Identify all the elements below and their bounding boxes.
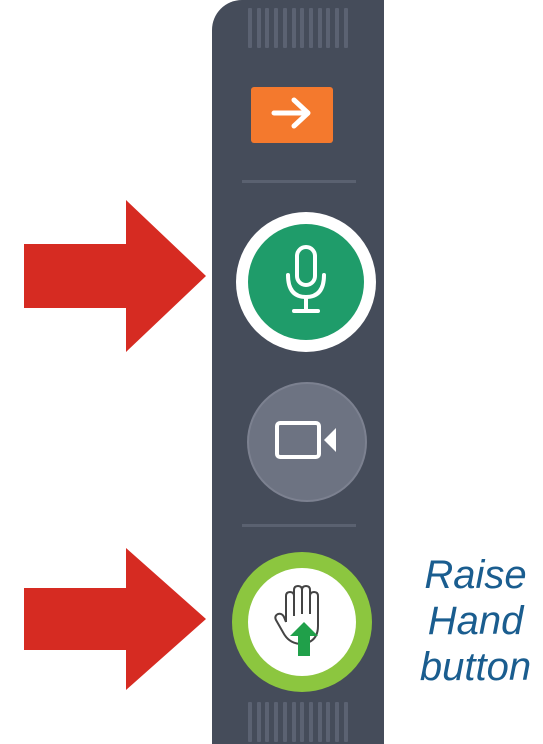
callout-arrow-raise-hand [24,548,206,690]
meeting-toolbar-panel [212,0,384,744]
raise-hand-button-fill [248,568,356,676]
callout-arrow-microphone [24,200,206,352]
raise-hand-button[interactable] [232,552,372,692]
raise-hand-icon [270,582,334,663]
caption-line: Hand [427,599,524,643]
collapse-panel-button[interactable] [251,87,333,143]
toolbar-divider [242,524,356,527]
camera-button[interactable] [247,382,367,502]
caption-line: button [419,645,532,689]
drag-grip-top[interactable] [248,8,348,48]
microphone-button-fill [248,224,364,340]
raise-hand-caption: Raise Hand button [408,552,543,690]
caption-line: Raise [424,553,527,597]
video-camera-icon [274,420,340,465]
microphone-button[interactable] [236,212,376,352]
drag-grip-bottom[interactable] [248,702,348,742]
toolbar-divider [242,180,356,183]
arrow-right-icon [270,96,314,135]
microphone-icon [284,244,328,320]
